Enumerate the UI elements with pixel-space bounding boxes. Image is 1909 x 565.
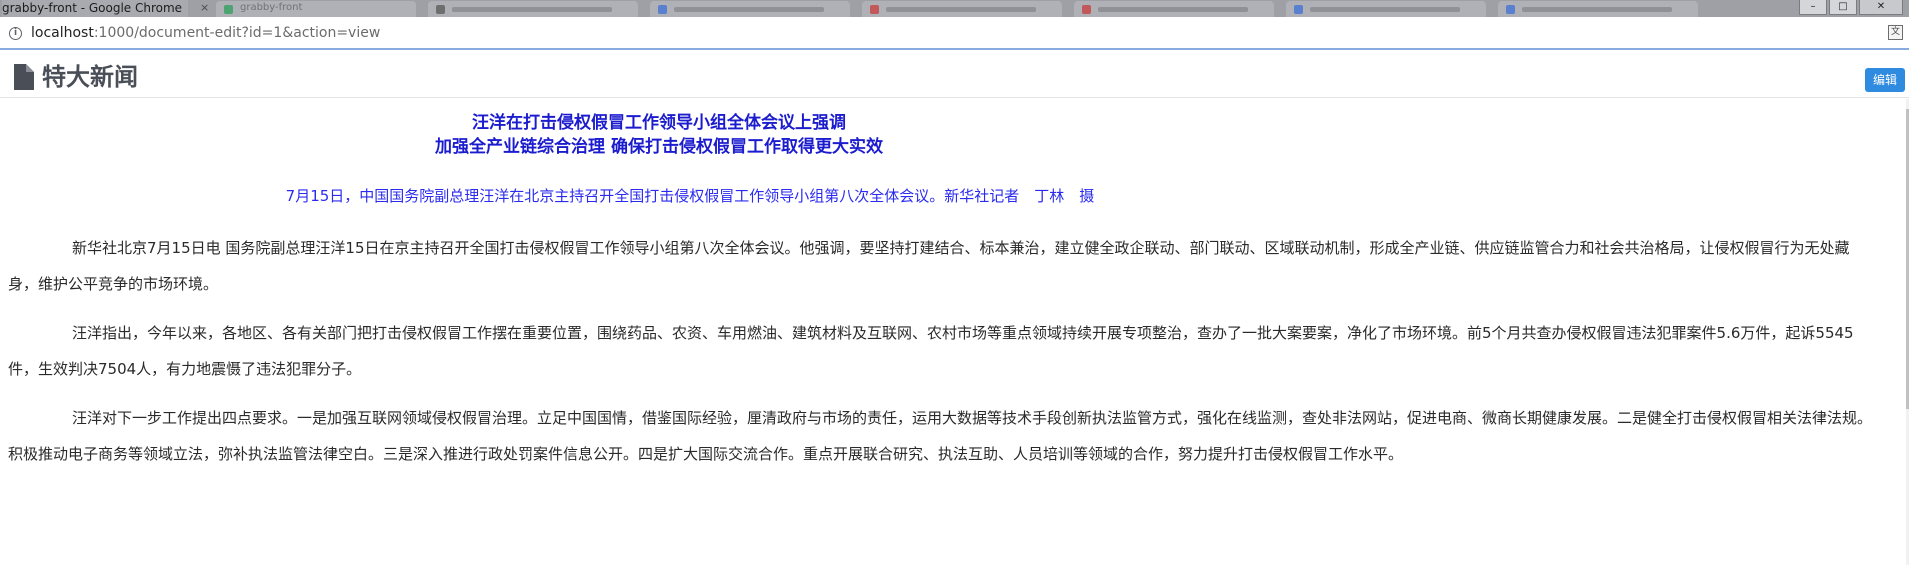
- maximize-button[interactable]: □: [1829, 0, 1857, 15]
- article-headline: 汪洋在打击侵权假冒工作领导小组全体会议上强调 加强全产业链综合治理 确保打击侵权…: [0, 111, 1318, 159]
- window-title: grabby-front - Google Chrome: [2, 0, 189, 17]
- info-icon[interactable]: i: [9, 27, 22, 40]
- browser-tab[interactable]: [1498, 1, 1698, 17]
- minimize-button[interactable]: –: [1799, 0, 1827, 15]
- blurred-tab-title: [452, 7, 612, 12]
- github-favicon-icon: [436, 5, 445, 14]
- browser-tab[interactable]: grabby-front: [216, 1, 416, 17]
- page-title: 特大新闻: [42, 63, 138, 91]
- window-controls: – □ ✕: [1797, 0, 1903, 17]
- url-field[interactable]: localhost:1000/document-edit?id=1&action…: [31, 25, 380, 42]
- article-body: 汪洋在打击侵权假冒工作领导小组全体会议上强调 加强全产业链综合治理 确保打击侵权…: [0, 99, 1909, 565]
- document-icon: [14, 64, 34, 90]
- browser-tab[interactable]: [428, 1, 638, 17]
- blurred-tab-title: [1522, 7, 1672, 12]
- page-header: 特大新闻 编辑: [0, 51, 1909, 98]
- red-favicon-icon: [1082, 5, 1091, 14]
- browser-tab[interactable]: [1286, 1, 1486, 17]
- vue-favicon-icon: [224, 5, 233, 14]
- address-bar[interactable]: i localhost:1000/document-edit?id=1&acti…: [0, 17, 1909, 50]
- doc-favicon-icon: [1294, 5, 1303, 14]
- browser-tab[interactable]: [1074, 1, 1274, 17]
- browser-tab[interactable]: [650, 1, 850, 17]
- headline-line-2: 加强全产业链综合治理 确保打击侵权假冒工作取得更大实效: [435, 137, 883, 157]
- doc-favicon-icon: [658, 5, 667, 14]
- tab-close-icon[interactable]: ×: [200, 1, 209, 15]
- headline-line-1: 汪洋在打击侵权假冒工作领导小组全体会议上强调: [472, 113, 846, 133]
- blurred-tab-title: [1310, 7, 1460, 12]
- url-path: :1000/document-edit?id=1&action=view: [93, 25, 381, 41]
- article-paragraph: 新华社北京7月15日电 国务院副总理汪洋15日在京主持召开全国打击侵权假冒工作领…: [8, 239, 1850, 293]
- article-paragraph: 汪洋指出，今年以来，各地区、各有关部门把打击侵权假冒工作摆在重要位置，围绕药品、…: [8, 324, 1854, 378]
- blurred-tab-title: [886, 7, 1036, 12]
- article-paragraph: 汪洋对下一步工作提出四点要求。一是加强互联网领域侵权假冒治理。立足中国国情，借鉴…: [8, 409, 1873, 463]
- photo-caption: 7月15日，中国国务院副总理汪洋在北京主持召开全国打击侵权假冒工作领导小组第八次…: [285, 187, 1095, 205]
- browser-title-bar: grabby-front - Google Chrome × grabby-fr…: [0, 0, 1909, 17]
- doc-favicon-icon: [1506, 5, 1515, 14]
- browser-tab-title: grabby-front: [240, 2, 303, 13]
- translate-icon[interactable]: 文: [1888, 25, 1903, 40]
- blurred-tab-title: [674, 7, 824, 12]
- url-host: localhost: [31, 25, 94, 41]
- close-window-button[interactable]: ✕: [1859, 0, 1903, 15]
- red-favicon-icon: [870, 5, 879, 14]
- browser-tab[interactable]: [862, 1, 1062, 17]
- edit-button[interactable]: 编辑: [1865, 68, 1905, 92]
- blurred-tab-title: [1098, 7, 1248, 12]
